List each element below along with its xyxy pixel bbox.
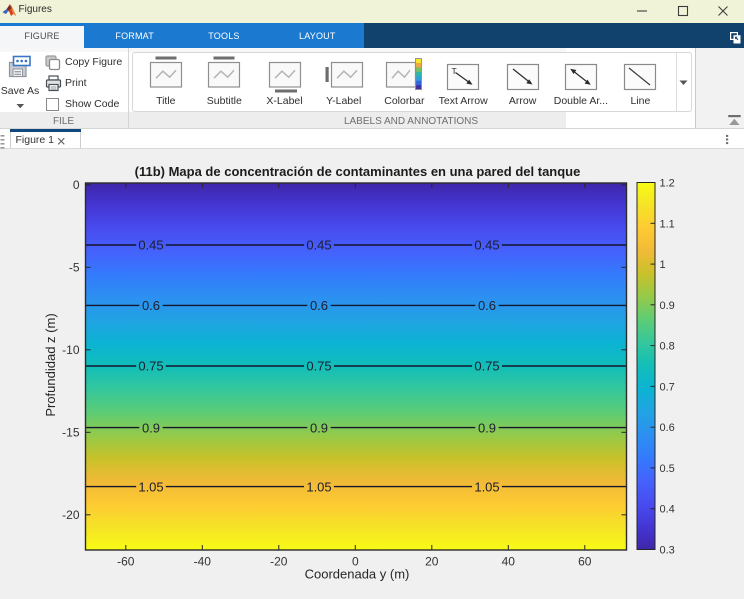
svg-text:Coordenada y (m): Coordenada y (m) [305, 567, 410, 582]
svg-text:(11b) Mapa de concentración de: (11b) Mapa de concentración de contamina… [135, 164, 581, 179]
svg-text:0.75: 0.75 [306, 359, 331, 374]
svg-text:60: 60 [578, 555, 592, 569]
svg-text:40: 40 [502, 555, 516, 569]
svg-text:0.9: 0.9 [478, 420, 496, 435]
svg-text:Profundidad z (m): Profundidad z (m) [43, 313, 58, 416]
svg-text:20: 20 [425, 555, 439, 569]
svg-text:-15: -15 [62, 426, 80, 440]
svg-text:0.6: 0.6 [660, 422, 675, 434]
svg-text:-20: -20 [270, 555, 288, 569]
svg-text:0.45: 0.45 [138, 238, 163, 253]
svg-text:0.6: 0.6 [478, 298, 496, 313]
svg-text:0.6: 0.6 [310, 298, 328, 313]
svg-text:0.3: 0.3 [660, 545, 675, 557]
svg-text:0.6: 0.6 [142, 298, 160, 313]
svg-text:0.9: 0.9 [660, 300, 675, 312]
svg-text:0.4: 0.4 [660, 504, 675, 516]
svg-text:0.9: 0.9 [310, 420, 328, 435]
svg-text:1.05: 1.05 [306, 479, 331, 494]
svg-text:0.75: 0.75 [138, 359, 163, 374]
svg-text:-20: -20 [62, 508, 80, 522]
svg-text:0.5: 0.5 [660, 463, 675, 475]
svg-text:0.8: 0.8 [660, 341, 675, 353]
svg-text:0.75: 0.75 [474, 359, 499, 374]
svg-text:1: 1 [660, 259, 666, 271]
svg-text:1.2: 1.2 [660, 178, 675, 190]
svg-text:-60: -60 [117, 555, 135, 569]
svg-text:0.45: 0.45 [474, 238, 499, 253]
svg-text:1.1: 1.1 [660, 218, 675, 230]
svg-text:-10: -10 [62, 343, 80, 357]
svg-text:-5: -5 [69, 261, 80, 275]
svg-text:-40: -40 [194, 555, 212, 569]
svg-text:T: T [452, 66, 457, 76]
svg-text:0.7: 0.7 [660, 381, 675, 393]
svg-text:1.05: 1.05 [474, 479, 499, 494]
svg-text:1.05: 1.05 [138, 479, 163, 494]
svg-text:0.45: 0.45 [306, 238, 331, 253]
svg-text:0.9: 0.9 [142, 420, 160, 435]
svg-text:0: 0 [73, 178, 80, 192]
